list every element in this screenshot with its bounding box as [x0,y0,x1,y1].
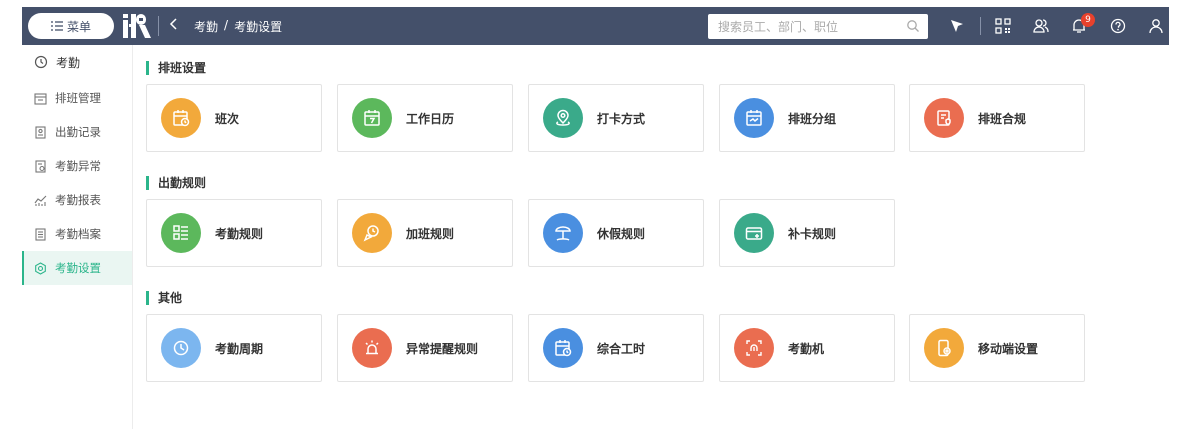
archive-icon [35,227,46,241]
card-label: 考勤规则 [215,226,264,241]
breadcrumb-item[interactable]: 考勤 [194,18,218,35]
pointer-icon[interactable] [948,17,966,35]
exception-icon [35,159,46,173]
top-bar: 菜单 考勤 / 考勤设置 搜索员工、部门、职位 9 [22,7,1169,45]
search-icon[interactable] [906,19,920,33]
card-label: 补卡规则 [788,226,837,241]
app-logo-icon [123,14,151,38]
section-title-shift-settings: 排班设置 [146,61,206,75]
location-pin-icon [543,98,583,138]
section-title-attendance-rules: 出勤规则 [146,176,206,190]
breadcrumb-item: 考勤设置 [234,20,283,34]
record-icon [35,125,46,139]
sidebar-header[interactable]: 考勤 [22,45,132,79]
sidebar-item-settings[interactable]: 考勤设置 [22,251,132,285]
sidebar-item-label: 考勤异常 [55,159,101,173]
card-work-calendar[interactable]: 工作日历 [337,84,513,152]
sidebar-item-reports[interactable]: 考勤报表 [22,183,132,217]
app-logo[interactable] [122,14,152,38]
hours-calendar-icon [543,328,583,368]
sidebar-item-label: 考勤报表 [55,193,101,207]
card-leave-rule[interactable]: 休假规则 [528,199,704,267]
card-label: 考勤机 [788,341,825,356]
schedule-icon [34,92,47,105]
group-calendar-icon [734,98,774,138]
sidebar-item-archive[interactable]: 考勤档案 [22,217,132,251]
report-icon [34,195,47,206]
card-label: 工作日历 [406,111,455,126]
card-add-icon [734,213,774,253]
card-label: 加班规则 [406,226,455,241]
rule-list-icon [161,213,201,253]
work-calendar-icon [352,98,392,138]
search-box [708,14,928,39]
section-title-other: 其他 [146,291,182,305]
attendance-clock-icon [34,55,48,69]
card-label: 休假规则 [597,226,646,241]
menu-label: 菜单 [66,19,91,34]
sidebar-item-label: 出勤记录 [55,125,101,139]
card-attendance-cycle[interactable]: 考勤周期 [146,314,322,382]
sidebar-item-schedule[interactable]: 排班管理 [22,81,132,115]
sidebar: 考勤 排班管理 出勤记录 考勤异常 考勤报表 考勤档案 考勤设置 [22,45,133,429]
card-label: 排班合规 [978,111,1027,126]
toolbar-divider [980,17,981,35]
fingerprint-icon [734,328,774,368]
card-shift-compliance[interactable]: 排班合规 [909,84,1085,152]
help-icon[interactable] [1109,17,1127,35]
card-attendance-rule[interactable]: 考勤规则 [146,199,322,267]
card-shift-group[interactable]: 排班分组 [719,84,895,152]
contacts-icon[interactable] [1032,17,1050,35]
card-label: 异常提醒规则 [406,341,479,356]
qr-code-icon[interactable] [994,17,1012,35]
card-overtime-rule[interactable]: 加班规则 [337,199,513,267]
sidebar-item-label: 排班管理 [55,91,101,105]
card-attendance-machine[interactable]: 考勤机 [719,314,895,382]
chevron-left-icon [169,18,177,30]
clock-cycle-icon [161,328,201,368]
sidebar-item-exceptions[interactable]: 考勤异常 [22,149,132,183]
card-label: 移动端设置 [978,341,1039,356]
menu-button[interactable]: 菜单 [28,13,114,39]
breadcrumb-separator: / [224,18,229,32]
breadcrumb: 考勤 / 考勤设置 [194,18,282,35]
notification-badge: 9 [1081,13,1095,27]
shift-calendar-icon [161,98,201,138]
card-label: 综合工时 [597,341,646,356]
card-label: 班次 [215,111,240,126]
menu-list-icon [50,21,63,31]
overtime-icon [352,213,392,253]
user-icon[interactable] [1147,17,1165,35]
card-exception-reminder[interactable]: 异常提醒规则 [337,314,513,382]
back-button[interactable] [169,17,179,35]
card-makeup-punch-rule[interactable]: 补卡规则 [719,199,895,267]
alarm-light-icon [352,328,392,368]
card-mobile-settings[interactable]: 移动端设置 [909,314,1085,382]
settings-icon [35,261,46,275]
sidebar-header-label: 考勤 [56,55,81,70]
logo-divider [158,16,159,36]
sidebar-item-label: 考勤档案 [55,227,101,241]
search-input[interactable] [716,18,905,35]
card-label: 排班分组 [788,111,837,126]
card-shift[interactable]: 班次 [146,84,322,152]
compliance-icon [924,98,964,138]
card-label: 打卡方式 [597,111,646,126]
card-comprehensive-hours[interactable]: 综合工时 [528,314,704,382]
card-label: 考勤周期 [215,341,264,356]
mobile-settings-icon [924,328,964,368]
sidebar-item-label: 考勤设置 [55,261,101,275]
sidebar-item-records[interactable]: 出勤记录 [22,115,132,149]
beach-umbrella-icon [543,213,583,253]
card-clock-in-method[interactable]: 打卡方式 [528,84,704,152]
